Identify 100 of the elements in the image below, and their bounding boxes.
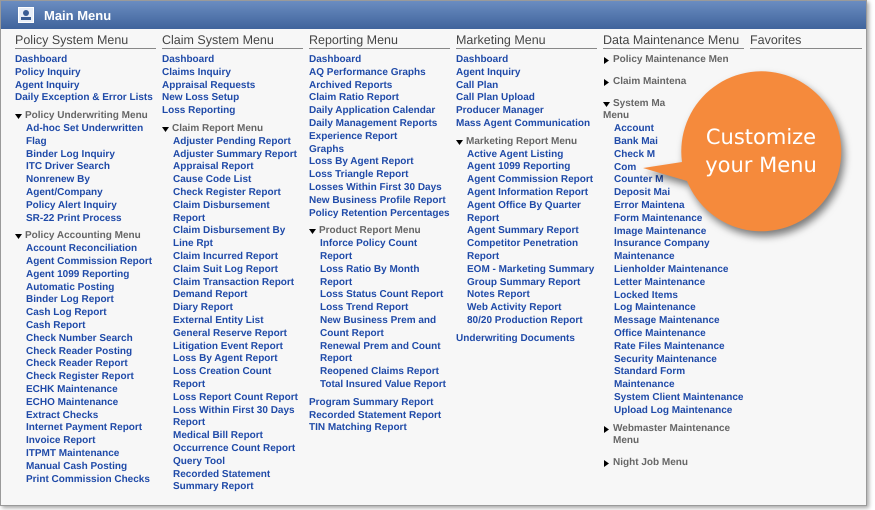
menu-link[interactable]: Internet Payment Report <box>26 422 142 436</box>
menu-link[interactable]: Agent 1099 Reporting <box>467 161 570 174</box>
menu-link[interactable]: Recorded Statement Report <box>309 410 442 422</box>
menu-link[interactable]: Account Reconciliation <box>26 243 138 256</box>
menu-link[interactable]: Error Maintena <box>614 200 685 213</box>
menu-link[interactable]: New Business Profile Report <box>309 194 446 208</box>
menu-link[interactable]: Program Summary Report <box>309 396 434 410</box>
menu-link[interactable]: Cash Report <box>26 320 86 333</box>
submenu-title[interactable]: System Ma <box>613 98 666 110</box>
menu-link[interactable]: EOM - Marketing Summary <box>467 264 594 277</box>
menu-link[interactable]: Agent Commission Report <box>467 174 594 187</box>
menu-link[interactable]: Claim Suit Log Report <box>173 264 278 277</box>
menu-link[interactable]: Insurance Company Maintenance <box>614 238 744 264</box>
menu-link[interactable]: External Entity List <box>173 314 264 328</box>
menu-link[interactable]: Active Agent Listing <box>467 148 564 162</box>
menu-link[interactable]: Producer Manager <box>456 105 544 118</box>
menu-link[interactable]: Log Maintenance <box>614 302 696 316</box>
submenu-title[interactable]: Menu <box>603 110 630 124</box>
menu-link[interactable]: Claim Disbursement By Line Rpt <box>173 225 303 251</box>
menu-link[interactable]: Claim Transaction Report <box>173 276 294 290</box>
menu-link[interactable]: Claim Incurred Report <box>173 250 278 264</box>
menu-link[interactable]: Policy Alert Inquiry <box>26 200 117 213</box>
menu-link[interactable]: Loss Reporting <box>162 105 236 118</box>
menu-link[interactable]: Daily Management Reports <box>309 118 438 131</box>
menu-link[interactable]: Bank Mai <box>614 136 658 149</box>
collapsed-triangle-icon[interactable] <box>603 78 610 86</box>
menu-link[interactable]: Mass Agent Communication <box>456 118 590 131</box>
menu-link[interactable]: System Client Maintenance <box>614 392 744 405</box>
menu-link[interactable]: ITPMT Maintenance <box>26 448 120 461</box>
menu-link[interactable]: Binder Log Report <box>26 294 114 308</box>
collapsed-triangle-icon[interactable] <box>603 57 610 64</box>
menu-link[interactable]: ECHO Maintenance <box>26 396 118 410</box>
menu-link[interactable]: Print Commission Checks <box>26 474 150 486</box>
menu-link[interactable]: Check Reader Report <box>26 358 128 372</box>
menu-link[interactable]: Manual Cash Posting <box>26 460 128 474</box>
menu-link[interactable]: Underwriting Documents <box>456 332 575 346</box>
menu-link[interactable]: Ad-hoc Set Underwritten Flag <box>26 122 156 149</box>
menu-link[interactable]: Policy Retention Percentages <box>309 208 450 220</box>
menu-link[interactable]: Loss Report Count Report <box>173 392 298 405</box>
menu-link[interactable]: Call Plan Upload <box>456 92 535 106</box>
menu-link[interactable]: Agent Summary Report <box>467 225 579 238</box>
menu-link[interactable]: Renewal Prem and Count Report <box>320 340 450 366</box>
menu-link[interactable]: Com <box>614 162 636 174</box>
menu-link[interactable]: Losses Within First 30 Days <box>309 182 442 195</box>
submenu-title[interactable]: Webmaster Maintenance Menu <box>613 422 744 448</box>
menu-link[interactable]: ITC Driver Search <box>26 161 110 174</box>
expanded-triangle-icon[interactable] <box>309 228 316 236</box>
menu-link[interactable]: Recorded Statement <box>173 468 270 482</box>
menu-link[interactable]: Demand Report <box>173 289 248 302</box>
expanded-triangle-icon[interactable] <box>603 100 610 108</box>
menu-link[interactable]: 80/20 Production Report <box>467 314 583 328</box>
menu-link[interactable]: Security Maintenance <box>614 354 717 366</box>
menu-link[interactable]: Account <box>614 123 654 136</box>
submenu-title[interactable]: Claim Maintena <box>613 76 686 89</box>
menu-link[interactable]: Reopened Claims Report <box>320 366 439 379</box>
menu-link[interactable]: Deposit Mai <box>614 187 670 200</box>
menu-link[interactable]: Check M <box>614 148 656 162</box>
expanded-triangle-icon[interactable] <box>456 138 463 146</box>
menu-link[interactable]: Appraisal Requests <box>162 80 256 92</box>
menu-link[interactable]: Agent Inquiry <box>456 66 520 80</box>
menu-link[interactable]: Cause Code List <box>173 174 252 187</box>
menu-link[interactable]: Medical Bill Report <box>173 430 264 443</box>
menu-link[interactable]: Inforce Policy Count Report <box>320 238 450 264</box>
menu-link[interactable]: Locked Items <box>614 290 678 302</box>
menu-link[interactable]: Agent Commission Report <box>26 256 152 269</box>
menu-link[interactable]: Standard Form Maintenance <box>614 366 744 392</box>
menu-link[interactable]: Loss Status Count Report <box>320 289 444 302</box>
menu-link[interactable]: Cash Log Report <box>26 307 107 320</box>
submenu-title[interactable]: Marketing Report Menu <box>466 136 578 149</box>
menu-link[interactable]: Claim Ratio Report <box>309 92 400 106</box>
submenu-title[interactable]: Policy Underwriting Menu <box>25 110 148 123</box>
menu-link[interactable]: Agent Inquiry <box>15 80 80 92</box>
menu-link[interactable]: Loss Within First 30 Days Report <box>173 404 303 430</box>
menu-link[interactable]: Image Maintenance <box>614 226 706 238</box>
menu-link[interactable]: Form Maintenance <box>614 212 702 226</box>
menu-link[interactable]: Agent Information Report <box>467 186 588 200</box>
menu-link[interactable]: Loss By Agent Report <box>173 353 278 366</box>
menu-link[interactable]: Claims Inquiry <box>162 66 231 80</box>
menu-link[interactable]: Competitor Penetration Report <box>467 238 597 264</box>
expanded-triangle-icon[interactable] <box>15 233 22 240</box>
menu-link[interactable]: Lienholder Maintenance <box>614 264 728 277</box>
menu-link[interactable]: New Loss Setup <box>162 92 240 106</box>
submenu-title[interactable]: Night Job Menu <box>613 457 688 470</box>
menu-link[interactable]: Binder Log Inquiry <box>26 148 115 162</box>
menu-link[interactable]: Web Activity Report <box>467 302 562 315</box>
menu-link[interactable]: Dashboard <box>309 54 362 67</box>
menu-link[interactable]: Litigation Event Report <box>173 340 283 354</box>
menu-link[interactable]: TIN Matching Report <box>309 422 407 436</box>
menu-link[interactable]: Message Maintenance <box>614 315 720 328</box>
menu-link[interactable]: Agent Office By Quarter Report <box>467 200 597 226</box>
menu-link[interactable]: Graphs <box>309 144 344 156</box>
menu-link[interactable]: Loss Creation Count Report <box>173 366 303 392</box>
menu-link[interactable]: Claim Disbursement Report <box>173 200 303 226</box>
menu-link[interactable]: Diary Report <box>173 302 234 315</box>
menu-link[interactable]: Archived Reports <box>309 80 392 92</box>
menu-link[interactable]: Loss Ratio By Month Report <box>320 264 450 290</box>
submenu-title[interactable]: Product Report Menu <box>319 225 421 238</box>
collapsed-triangle-icon[interactable] <box>603 426 610 433</box>
expanded-triangle-icon[interactable] <box>162 126 169 133</box>
menu-link[interactable]: Check Reader Posting <box>26 346 132 358</box>
